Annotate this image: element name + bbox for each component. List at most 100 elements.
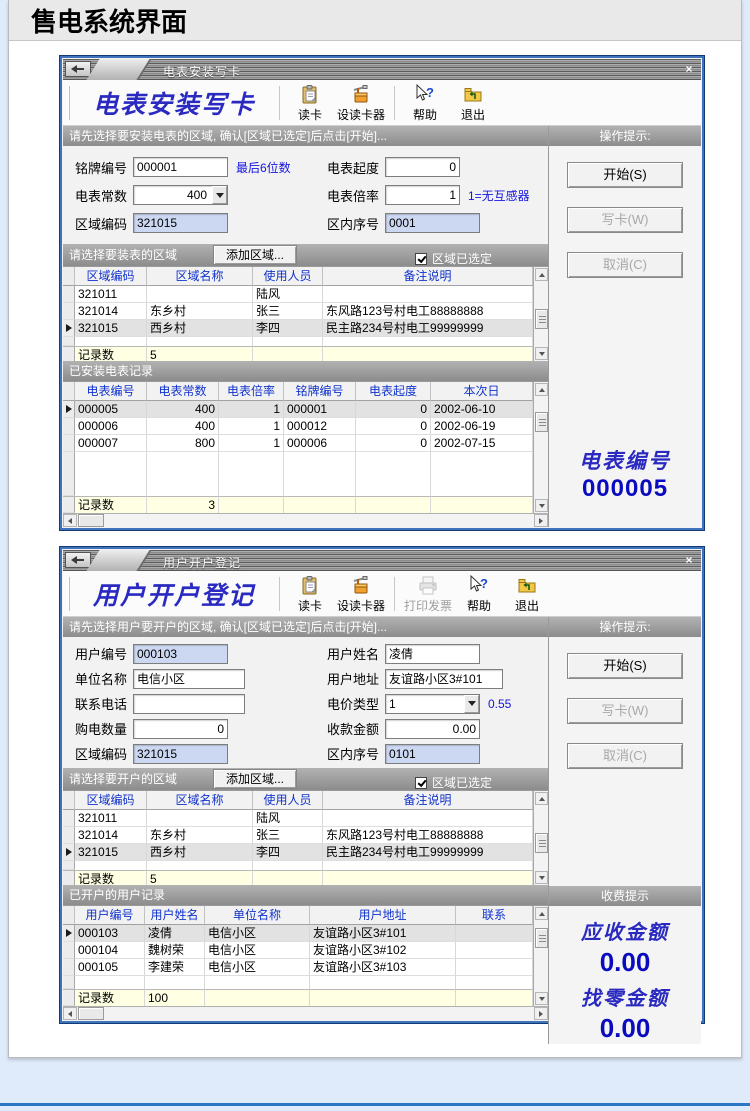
buttons-area: 开始(S) 写卡(W) 取消(C) [549, 637, 701, 886]
titlebar[interactable]: 用户开户登记 × [63, 550, 701, 571]
scroll-down-button[interactable] [535, 347, 548, 360]
table-row[interactable]: 321014 东乡村 张三 东风路123号村电工88888888 [63, 303, 533, 320]
vertical-scrollbar[interactable] [533, 906, 548, 1006]
window-logo-icon [65, 61, 91, 77]
toolbar-grip [68, 86, 70, 120]
fee-panel: 应收金额 0.00 找零金额 0.00 [549, 906, 701, 1044]
cancel-button: 取消(C) [567, 252, 683, 278]
help-button[interactable]: ? 帮助 [458, 575, 500, 613]
write-card-button: 写卡(W) [567, 698, 683, 724]
empty-row [63, 976, 533, 989]
scroll-down-button[interactable] [535, 871, 548, 884]
scroll-up-button[interactable] [535, 907, 548, 920]
toolbar-grip [68, 577, 70, 611]
unit-name-field[interactable]: 电信小区 [133, 669, 245, 689]
scrollbar-thumb[interactable] [78, 1007, 104, 1020]
vertical-scrollbar[interactable] [533, 791, 548, 885]
scroll-down-button[interactable] [535, 499, 548, 512]
exit-button[interactable]: 退出 [506, 575, 548, 613]
area-table: 区域编码 区域名称 使用人员 备注说明 321011 陆风 [63, 266, 548, 361]
meter-number-value: 000005 [549, 475, 701, 503]
window-title: 电表安装写卡 [163, 63, 241, 80]
serial-number-field: 0001 [385, 213, 480, 233]
vertical-scrollbar[interactable] [533, 267, 548, 361]
add-area-button[interactable]: 添加区域... [213, 769, 297, 789]
horizontal-scrollbar[interactable] [63, 513, 548, 527]
read-card-button[interactable]: 读卡 [289, 575, 331, 613]
window-logo-icon [65, 552, 91, 568]
account-form: 用户编号 000103 用户姓名 凌倩 单位名称 电信小区 [63, 637, 548, 768]
purchase-quantity-field[interactable]: 0 [133, 719, 228, 739]
scrollbar-thumb[interactable] [535, 412, 548, 432]
horizontal-scrollbar[interactable] [63, 1006, 548, 1020]
ratio-hint: 1=无互感器 [468, 187, 530, 204]
scrollbar-thumb[interactable] [535, 833, 548, 853]
table-row[interactable]: 000007 800 1 000006 0 2002-07-15 [63, 435, 533, 452]
table-row-selected[interactable]: 321015 西乡村 李四 民主路234号村电工99999999 [63, 844, 533, 861]
meter-ratio-field[interactable]: 1 [385, 185, 460, 205]
area-section-bar: 请选择要装表的区域 添加区域... 区域已选定 [63, 244, 548, 266]
nameplate-number-field[interactable]: 000001 [133, 157, 228, 177]
row-selector-icon [66, 929, 72, 937]
table-row-selected[interactable]: 000005 400 1 000001 0 2002-06-10 [63, 401, 533, 418]
table-row[interactable]: 321014 东乡村 张三 东风路123号村电工88888888 [63, 827, 533, 844]
start-reading-field[interactable]: 0 [385, 157, 460, 177]
scroll-right-button[interactable] [534, 1007, 548, 1020]
help-cursor-icon: ? [414, 84, 436, 108]
start-button[interactable]: 开始(S) [567, 653, 683, 679]
empty-row [63, 861, 533, 870]
table-row[interactable]: 000006 400 1 000012 0 2002-06-19 [63, 418, 533, 435]
scroll-left-button[interactable] [63, 514, 77, 527]
scroll-up-button[interactable] [535, 383, 548, 396]
vertical-scrollbar[interactable] [533, 382, 548, 513]
user-name-field[interactable]: 凌倩 [385, 644, 480, 664]
close-button[interactable]: × [681, 62, 697, 77]
scroll-down-button[interactable] [535, 992, 548, 1005]
status-bar: 请先选择要安装电表的区域, 确认[区域已选定]后点击[开始]... [63, 126, 548, 146]
titlebar-tab-shape [86, 550, 151, 571]
scroll-up-button[interactable] [535, 792, 548, 805]
table-row[interactable]: 321011 陆风 [63, 286, 533, 303]
read-card-button[interactable]: 读卡 [289, 84, 331, 122]
table-row[interactable]: 000104 魏树荣 电信小区 友谊路小区3#102 [63, 942, 533, 959]
app-title: 电表安装写卡 [75, 85, 273, 121]
set-reader-button[interactable]: 设读卡器 [337, 575, 385, 613]
set-reader-button[interactable]: 设读卡器 [337, 84, 385, 122]
scrollbar-thumb[interactable] [78, 514, 104, 527]
start-button[interactable]: 开始(S) [567, 162, 683, 188]
table-header-row: 区域编码 区域名称 使用人员 备注说明 [63, 791, 533, 810]
field-label: 区域编码 [75, 214, 133, 233]
scroll-left-button[interactable] [63, 1007, 77, 1020]
chevron-down-icon[interactable] [464, 695, 479, 713]
main-area: 请先选择要安装电表的区域, 确认[区域已选定]后点击[开始]... 铭牌编号 0… [63, 126, 548, 527]
titlebar[interactable]: 电表安装写卡 × [63, 59, 701, 80]
field-label: 区内序号 [327, 214, 385, 233]
exit-folder-icon [462, 84, 484, 108]
help-button[interactable]: ? 帮助 [404, 84, 446, 122]
toolbar-separator [279, 577, 280, 611]
chevron-down-icon[interactable] [212, 186, 227, 204]
table-row-selected[interactable]: 000103 凌倩 电信小区 友谊路小区3#101 [63, 925, 533, 942]
payment-amount-field[interactable]: 0.00 [385, 719, 480, 739]
add-area-button[interactable]: 添加区域... [213, 245, 297, 265]
scroll-right-button[interactable] [534, 514, 548, 527]
field-label: 收款金额 [327, 719, 385, 738]
price-type-dropdown[interactable]: 1 [385, 694, 480, 714]
row-selector-icon [66, 324, 72, 332]
meter-constant-dropdown[interactable]: 400 [133, 185, 228, 205]
toolbar: 用户开户登记 读卡 设读卡器 [63, 571, 701, 617]
user-address-field[interactable]: 友谊路小区3#101 [385, 669, 503, 689]
meter-install-window: 电表安装写卡 × 电表安装写卡 读卡 设读卡器 [59, 55, 705, 531]
close-button[interactable]: × [681, 553, 697, 568]
scrollbar-thumb[interactable] [535, 928, 548, 948]
exit-button[interactable]: 退出 [452, 84, 494, 122]
empty-row [63, 337, 533, 346]
contact-phone-field[interactable] [133, 694, 245, 714]
operation-panel-header: 操作提示: [549, 617, 701, 637]
table-row[interactable]: 321011 陆风 [63, 810, 533, 827]
table-row[interactable]: 000105 李建荣 电信小区 友谊路小区3#103 [63, 959, 533, 976]
scrollbar-thumb[interactable] [535, 309, 548, 329]
scroll-up-button[interactable] [535, 268, 548, 281]
record-count-row: 记录数 5 [63, 870, 533, 885]
table-row-selected[interactable]: 321015 西乡村 李四 民主路234号村电工99999999 [63, 320, 533, 337]
